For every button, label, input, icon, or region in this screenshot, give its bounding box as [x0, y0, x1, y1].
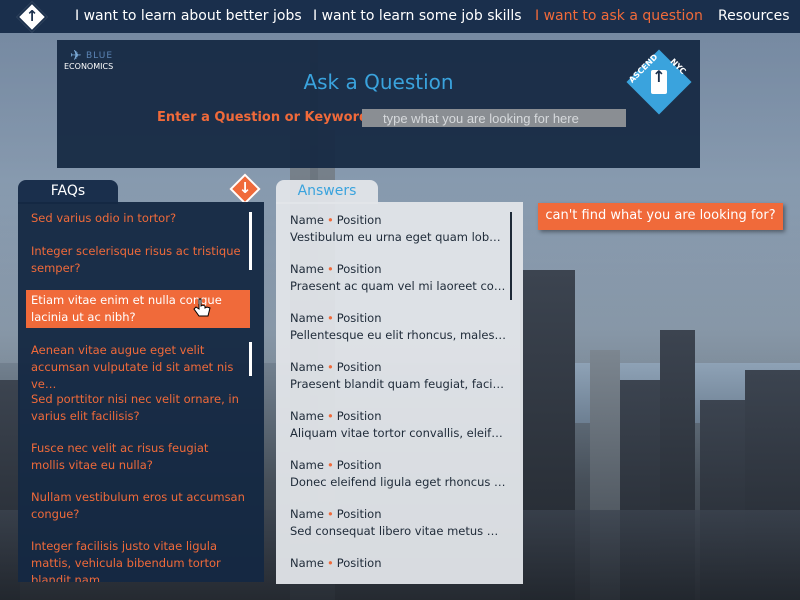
tab-answers[interactable]: Answers — [276, 180, 378, 204]
faq-scrollbar-lower[interactable] — [249, 342, 252, 376]
nav-item-job-skills[interactable]: I want to learn some job skills — [313, 8, 522, 24]
tab-answers-label: Answers — [297, 183, 357, 199]
faq-item[interactable]: Sed varius odio in tortor? — [26, 210, 250, 227]
faq-list: Sed varius odio in tortor? Integer scele… — [18, 202, 264, 582]
answer-name: Name — [290, 507, 324, 521]
answer-item[interactable]: Name • Position Pellentesque eu elit rhonc… — [290, 310, 506, 344]
answer-name: Name — [290, 409, 324, 423]
faq-item[interactable]: Fusce nec velit ac risus feugiat mollis … — [26, 440, 250, 474]
ask-question-panel: ✈ BLUE ECONOMICS Ask a Question Enter a … — [57, 40, 700, 168]
answer-name: Name — [290, 262, 324, 276]
answer-name: Name — [290, 556, 324, 570]
answer-item[interactable]: Name • Position Donec eleifend ligula eget… — [290, 457, 506, 491]
faq-item-selected[interactable]: Etiam vitae enim et nulla congue lacinia… — [26, 290, 250, 328]
faq-item[interactable]: Nullam vestibulum eros ut accumsan congu… — [26, 489, 250, 523]
question-label: Enter a Question or Keyword: — [157, 110, 374, 125]
answer-text: Praesent blandit quam feugiat, facili… — [290, 377, 506, 391]
answer-position: Position — [336, 360, 382, 374]
faq-item[interactable]: Integer facilisis justo vitae ligula mat… — [26, 538, 250, 582]
answer-item[interactable]: Name • Position Praesent blandit quam feug… — [290, 359, 506, 393]
faq-scrollbar[interactable] — [249, 212, 252, 270]
logo-small-text: BLUE — [86, 51, 114, 61]
answer-name: Name — [290, 458, 324, 472]
answer-text: Sed consequat libero vitae metus m… — [290, 524, 506, 538]
faq-item[interactable]: Sed porttitor nisi nec velit ornare, in … — [26, 391, 250, 425]
nav-item-resources[interactable]: Resources — [718, 8, 790, 24]
answer-item[interactable]: Name • Position — [290, 555, 506, 572]
answer-position: Position — [336, 213, 382, 227]
answer-name: Name — [290, 213, 324, 227]
answer-position: Position — [336, 507, 382, 521]
answer-position: Position — [336, 311, 382, 325]
answer-position: Position — [336, 409, 382, 423]
answer-name: Name — [290, 360, 324, 374]
ascend-nyc-logo-icon[interactable]: ↑ — [16, 1, 48, 33]
nav-item-ask-question[interactable]: I want to ask a question — [535, 8, 703, 24]
answer-item[interactable]: Name • Position Aliquam vitae tortor conva… — [290, 408, 506, 442]
answer-item[interactable]: Name • Position Sed consequat libero vitae… — [290, 506, 506, 540]
answer-position: Position — [336, 556, 382, 570]
answer-text: Donec eleifend ligula eget rhoncus u… — [290, 475, 506, 489]
cant-find-button[interactable]: can't find what you are looking for? — [538, 203, 783, 230]
answer-text: Praesent ac quam vel mi laoreet con… — [290, 279, 506, 293]
answer-text: Pellentesque eu elit rhoncus, malesu… — [290, 328, 506, 342]
answer-item[interactable]: Name • Position Vestibulum eu urna eget qu… — [290, 212, 506, 246]
answers-scrollbar[interactable] — [510, 212, 512, 300]
answer-text: Vestibulum eu urna eget quam lobor… — [290, 230, 506, 244]
ascend-nyc-badge: ↑ ASCEND NYC — [626, 49, 692, 115]
faq-item[interactable]: Aenean vitae augue eget velit accumsan v… — [26, 342, 250, 393]
page-title: Ask a Question — [303, 70, 454, 94]
answers-list: Name • Position Vestibulum eu urna eget qu… — [276, 202, 523, 584]
answer-item[interactable]: Name • Position Praesent ac quam vel mi la… — [290, 261, 506, 295]
tab-faqs[interactable]: FAQs — [18, 180, 118, 204]
nav-item-better-jobs[interactable]: I want to learn about better jobs — [75, 8, 302, 24]
tab-faqs-label: FAQs — [50, 183, 86, 199]
answer-name: Name — [290, 311, 324, 325]
answer-text: Aliquam vitae tortor convallis, eleif… — [290, 426, 503, 440]
faq-item[interactable]: Integer scelerisque risus ac tristique s… — [26, 243, 250, 277]
hand-cursor-icon — [193, 298, 211, 317]
top-nav: ↑ I want to learn about better jobs I wa… — [0, 0, 800, 33]
scroll-down-icon[interactable]: ↓ — [229, 173, 261, 205]
answer-position: Position — [336, 262, 382, 276]
answer-position: Position — [336, 458, 382, 472]
search-input[interactable] — [362, 109, 626, 127]
up-arrow-icon: ↑ — [652, 67, 666, 86]
